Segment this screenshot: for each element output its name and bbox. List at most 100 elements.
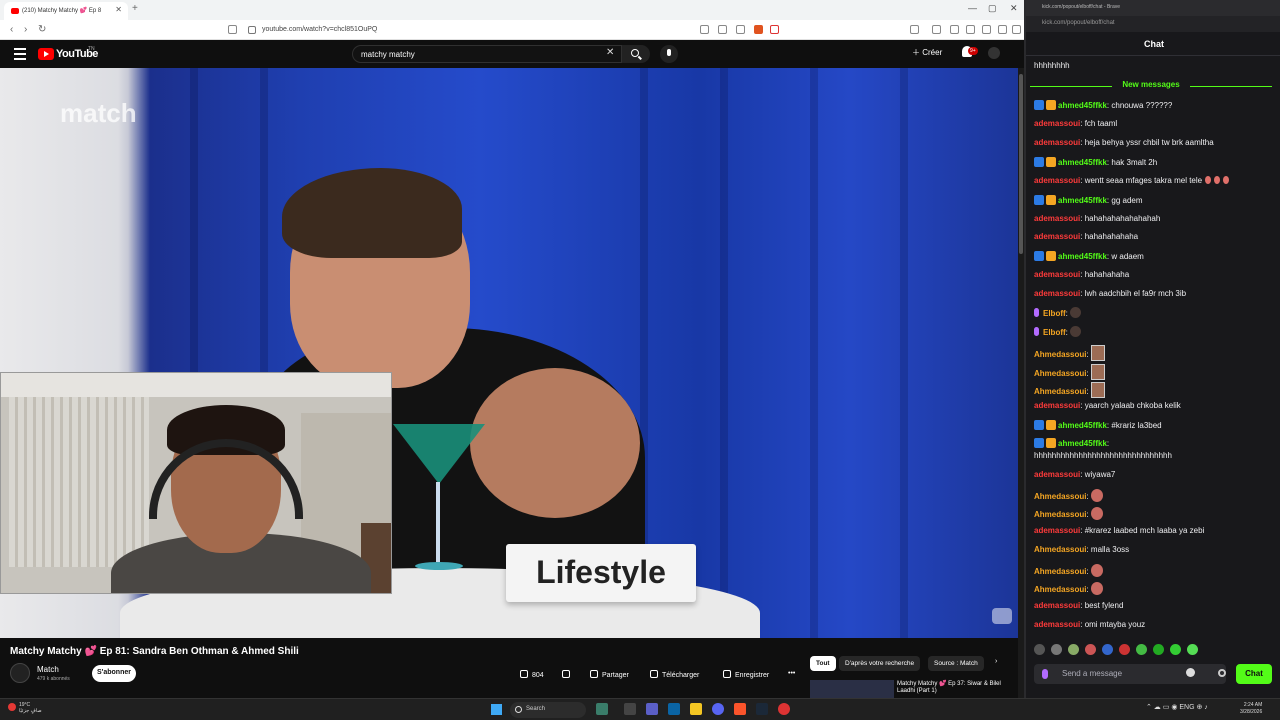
brave-browser-icon[interactable] (734, 703, 746, 715)
leo-icon[interactable] (982, 25, 991, 34)
chat-username[interactable]: Ahmedassoui (1034, 567, 1086, 576)
chat-username[interactable]: ahmed45ffkk (1058, 101, 1107, 110)
emote-icon[interactable] (1187, 644, 1198, 655)
teams-icon[interactable] (646, 703, 658, 715)
chat-username[interactable]: ahmed45ffkk (1058, 252, 1107, 261)
discord-icon[interactable] (712, 703, 724, 715)
chip-all[interactable]: Tout (810, 656, 836, 671)
minimize-icon[interactable]: — (968, 3, 977, 13)
chip-related[interactable]: D'après votre recherche (839, 656, 921, 671)
chat-username[interactable]: Ahmedassoui (1034, 585, 1086, 594)
chat-username[interactable]: ademassoui (1034, 289, 1080, 298)
search-button[interactable] (622, 45, 650, 63)
chat-settings-icon[interactable] (1218, 669, 1226, 677)
close-window-icon[interactable]: ✕ (1010, 3, 1018, 14)
windows-start-icon[interactable] (491, 704, 502, 715)
tab-close-icon[interactable]: ✕ (115, 5, 122, 14)
account-avatar[interactable] (988, 47, 1000, 59)
new-tab-icon[interactable]: + (132, 3, 138, 14)
chat-username[interactable]: ademassoui (1034, 526, 1080, 535)
chat-username[interactable]: Ahmedassoui (1034, 510, 1086, 519)
chat-username[interactable]: ademassoui (1034, 176, 1080, 185)
youtube-logo-icon[interactable] (38, 48, 54, 60)
taskbar-app-icon[interactable] (596, 703, 608, 715)
share-button[interactable]: Partager (590, 667, 629, 682)
wallet-icon[interactable] (950, 25, 959, 34)
emote-icon[interactable] (1034, 644, 1045, 655)
chat-username[interactable]: ademassoui (1034, 232, 1080, 241)
chat-username[interactable]: ademassoui (1034, 270, 1080, 279)
emote-icon[interactable] (1085, 644, 1096, 655)
brave-rewards-icon[interactable] (770, 25, 779, 34)
share-icon[interactable] (736, 25, 745, 34)
chat-username[interactable]: ademassoui (1034, 119, 1080, 128)
emote-icon[interactable] (1068, 644, 1079, 655)
taskbar-search[interactable]: Search (510, 702, 586, 718)
chat-username[interactable]: ahmed45ffkk (1058, 421, 1107, 430)
emote-icon[interactable] (1102, 644, 1113, 655)
outlook-icon[interactable] (668, 703, 680, 715)
file-explorer-icon[interactable] (690, 703, 702, 715)
chat-username[interactable]: ademassoui (1034, 138, 1080, 147)
channel-name[interactable]: Match (37, 665, 59, 674)
chat-username[interactable]: ahmed45ffkk (1058, 439, 1107, 448)
taskbar-app-red-icon[interactable] (778, 703, 790, 715)
site-info-icon[interactable] (248, 26, 256, 34)
vpn-icon[interactable] (966, 25, 975, 34)
task-view-icon[interactable] (624, 703, 636, 715)
clear-search-icon[interactable]: ✕ (606, 47, 614, 58)
chat-username[interactable]: Ahmedassoui (1034, 387, 1086, 396)
chat-username[interactable]: ahmed45ffkk (1058, 196, 1107, 205)
chat-username[interactable]: ademassoui (1034, 601, 1080, 610)
like-button[interactable]: 804 (520, 667, 544, 682)
install-app-icon[interactable] (718, 25, 727, 34)
chat-username[interactable]: Elboff (1043, 328, 1066, 337)
chat-username[interactable]: ademassoui (1034, 620, 1080, 629)
chat-send-button[interactable]: Chat (1236, 664, 1272, 684)
chat-username[interactable]: Ahmedassoui (1034, 369, 1086, 378)
chat-url[interactable]: kick.com/popout/elboff/chat (1026, 16, 1280, 32)
save-button[interactable]: Enregistrer (723, 667, 769, 682)
more-actions-icon[interactable]: ••• (788, 667, 795, 682)
chips-next-icon[interactable]: › (995, 655, 997, 670)
chat-username[interactable]: ademassoui (1034, 401, 1080, 410)
chat-username[interactable]: Elboff (1043, 309, 1066, 318)
sidebar-toggle-icon[interactable] (910, 25, 919, 34)
dislike-button[interactable] (562, 667, 574, 682)
menu-icon[interactable] (1012, 25, 1021, 34)
tab-youtube[interactable]: (210) Matchy Matchy 💕 Ep 8 ✕ (4, 2, 128, 20)
steam-icon[interactable] (756, 703, 768, 715)
create-button[interactable]: ＋ Créer (912, 47, 942, 58)
recommended-thumbnail[interactable] (810, 680, 894, 698)
chat-username[interactable]: ademassoui (1034, 214, 1080, 223)
brave-shield-icon[interactable] (754, 25, 763, 34)
search-input[interactable]: matchy matchy (352, 45, 622, 63)
chat-username[interactable]: Ahmedassoui (1034, 545, 1086, 554)
channel-avatar[interactable] (10, 663, 30, 683)
chat-message-input[interactable]: Send a message (1034, 664, 1226, 684)
emote-icon[interactable] (1136, 644, 1147, 655)
emote-icon[interactable] (1119, 644, 1130, 655)
reload-icon[interactable]: ↻ (38, 24, 46, 35)
forward-icon[interactable]: › (24, 24, 27, 35)
emote-icon[interactable] (1153, 644, 1164, 655)
emote-icon[interactable] (1051, 644, 1062, 655)
channel-watermark-icon[interactable] (992, 608, 1012, 624)
translate-icon[interactable] (700, 25, 709, 34)
chat-username[interactable]: ademassoui (1034, 470, 1080, 479)
hamburger-menu-icon[interactable] (14, 48, 26, 63)
chip-source[interactable]: Source : Match (928, 656, 984, 671)
maximize-icon[interactable]: ▢ (988, 3, 997, 14)
system-tray[interactable]: ⌃ ☁ ▭ ◉ ENG ⊕ ♪ (1146, 703, 1208, 711)
chat-username[interactable]: ahmed45ffkk (1058, 158, 1107, 167)
extensions-icon[interactable] (932, 25, 941, 34)
profile-icon[interactable] (998, 25, 1007, 34)
recommended-title[interactable]: Matchy Matchy 💕 Ep 37: Siwar & Bilel Laa… (897, 681, 1003, 695)
back-icon[interactable]: ‹ (10, 24, 13, 35)
emote-icon[interactable] (1170, 644, 1181, 655)
voice-search-icon[interactable] (660, 45, 678, 63)
chat-username[interactable]: Ahmedassoui (1034, 492, 1086, 501)
weather-widget[interactable]: 19°C صافٍ جزئيًا (8, 702, 42, 714)
taskbar-clock[interactable]: 2:24 AM 3/28/2026 (1240, 702, 1262, 716)
download-button[interactable]: Télécharger (650, 667, 699, 682)
